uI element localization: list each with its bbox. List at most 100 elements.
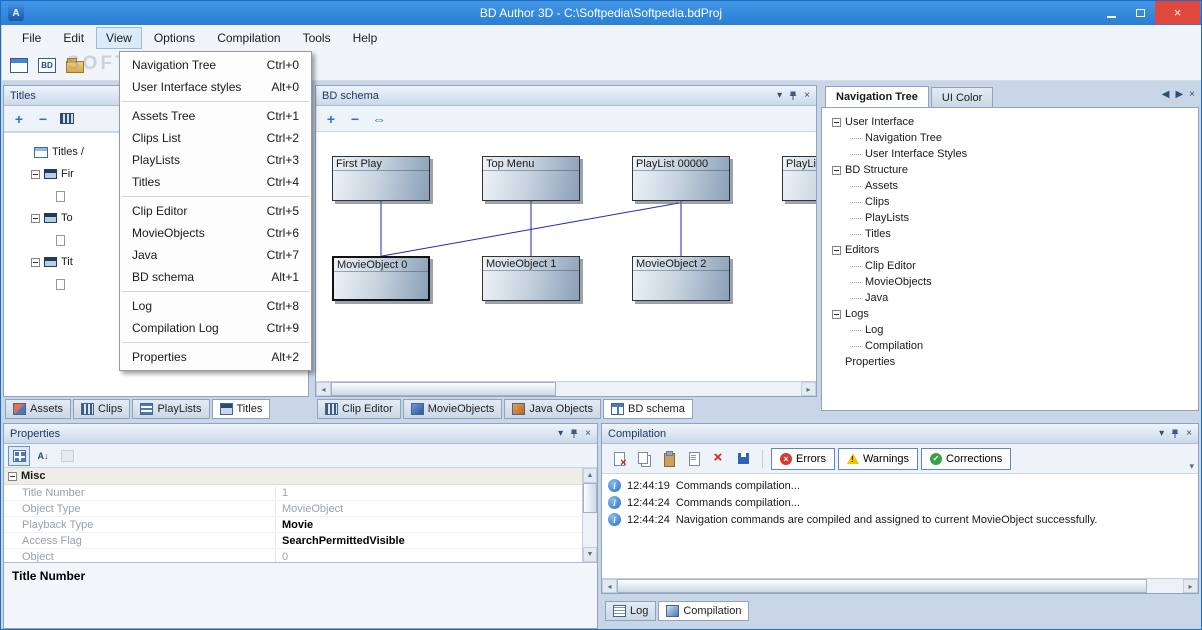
nav-node-logs[interactable]: Logs [822,306,1198,322]
collapse-expander-icon[interactable] [8,471,17,481]
scroll-up-icon[interactable]: ▲ [583,468,597,483]
corrections-toggle-button[interactable]: Corrections [921,447,1012,470]
tab-compilation[interactable]: Compilation [658,601,750,621]
property-row-access-flag[interactable]: Access Flag SearchPermittedVisible [4,533,597,549]
property-value[interactable]: MovieObject [276,503,343,515]
nav-node-editors[interactable]: Editors [822,242,1198,258]
menu-item-movieobjects[interactable]: MovieObjects Ctrl+6 [120,222,311,244]
panel-menu-icon[interactable]: ▾ [1159,428,1164,439]
report-button[interactable] [682,449,704,469]
tab-log[interactable]: Log [605,601,657,621]
menu-item-clips-list[interactable]: Clips List Ctrl+2 [120,127,311,149]
tab-titles[interactable]: Titles [211,399,271,419]
nav-node-navigation-tree[interactable]: Navigation Tree [822,130,1198,146]
panel-menu-icon[interactable]: ▾ [777,90,782,101]
property-value[interactable]: SearchPermittedVisible [276,535,405,547]
tab-assets[interactable]: Assets [5,399,72,419]
collapse-expander-icon[interactable] [31,257,40,267]
nav-node-assets[interactable]: Assets [822,178,1198,194]
nav-node-bd-structure[interactable]: BD Structure [822,162,1198,178]
collapse-expander-icon[interactable] [31,169,40,179]
fit-width-button[interactable]: ⇔ [368,109,390,129]
log-entry[interactable]: 12:44:24 Navigation commands are compile… [602,511,1198,528]
property-value[interactable]: Movie [276,519,313,531]
pin-icon[interactable] [789,91,797,101]
zoom-in-button[interactable]: + [320,109,342,129]
menu-help[interactable]: Help [343,27,388,49]
alphabetical-button[interactable] [32,446,54,466]
property-pages-button[interactable] [56,446,78,466]
scrollbar-thumb[interactable] [583,483,597,513]
close-panel-icon[interactable]: × [804,90,810,101]
nav-node-clip-editor[interactable]: Clip Editor [822,258,1198,274]
menu-item-clip-editor[interactable]: Clip Editor Ctrl+5 [120,200,311,222]
toolbar-overflow-icon[interactable]: ▾ [1189,462,1194,471]
menu-view[interactable]: View [96,27,142,49]
categorized-button[interactable] [8,445,30,466]
collapse-expander-icon[interactable] [832,117,841,127]
scroll-right-icon[interactable]: ▸ [1183,579,1198,593]
collapse-expander-icon[interactable] [31,213,40,223]
export-log-button[interactable] [607,449,629,469]
save-log-button[interactable] [732,449,754,469]
nav-node-movieobjects[interactable]: MovieObjects [822,274,1198,290]
schema-box-movieobject-0[interactable]: MovieObject 0 [332,256,430,301]
tab-ui-color[interactable]: UI Color [930,87,994,107]
nav-node-titles[interactable]: Titles [822,226,1198,242]
menu-item-assets-tree[interactable]: Assets Tree Ctrl+1 [120,105,311,127]
schema-box-movieobject-1[interactable]: MovieObject 1 [482,256,580,301]
tab-navigation-tree[interactable]: Navigation Tree [825,86,929,107]
paste-button[interactable] [657,449,679,469]
scroll-tabs-left-icon[interactable]: ◀ [1162,90,1170,100]
property-row-object-type[interactable]: Object Type MovieObject [4,501,597,517]
menu-compilation[interactable]: Compilation [207,27,290,49]
menu-item-log[interactable]: Log Ctrl+8 [120,295,311,317]
clear-log-button[interactable] [707,449,729,469]
schema-hscrollbar[interactable]: ◂ ▸ [316,381,816,396]
copy-button[interactable] [632,449,654,469]
remove-title-button[interactable]: − [32,109,54,129]
schema-box-movieobject-2[interactable]: MovieObject 2 [632,256,730,301]
errors-toggle-button[interactable]: Errors [771,447,835,470]
tab-java-objects[interactable]: Java Objects [504,399,601,419]
scroll-right-icon[interactable]: ▸ [801,382,816,396]
property-value[interactable]: 1 [276,487,288,499]
nav-node-compilation[interactable]: Compilation [822,338,1198,354]
schema-box-first-play[interactable]: First Play [332,156,430,201]
menu-item-navigation-tree[interactable]: Navigation Tree Ctrl+0 [120,54,311,76]
close-panel-icon[interactable]: × [1186,428,1192,439]
scrollbar-thumb[interactable] [331,382,556,396]
minimize-button[interactable] [1097,1,1126,24]
pin-icon[interactable] [1171,429,1179,439]
menu-item-compilation-log[interactable]: Compilation Log Ctrl+9 [120,317,311,339]
menu-item-ui-styles[interactable]: User Interface styles Alt+0 [120,76,311,98]
property-row-object[interactable]: Object 0 [4,549,597,562]
schema-box-playlist-00000[interactable]: PlayList 00000 [632,156,730,201]
nav-node-user-interface[interactable]: User Interface [822,114,1198,130]
schema-box-playlist-clipped[interactable]: PlayLi [782,156,816,201]
menu-item-properties[interactable]: Properties Alt+2 [120,346,311,368]
properties-vscrollbar[interactable]: ▲ ▼ [582,468,597,562]
close-panel-icon[interactable]: × [585,428,591,439]
property-row-playback-type[interactable]: Playback Type Movie [4,517,597,533]
menu-item-playlists[interactable]: PlayLists Ctrl+3 [120,149,311,171]
collapse-expander-icon[interactable] [832,245,841,255]
log-entry[interactable]: 12:44:19 Commands compilation... [602,477,1198,494]
category-row-misc[interactable]: Misc [4,468,597,485]
add-title-button[interactable]: + [8,109,30,129]
menu-item-bd-schema[interactable]: BD schema Alt+1 [120,266,311,288]
zoom-out-button[interactable]: − [344,109,366,129]
title-clip-button[interactable] [56,109,78,129]
tab-playlists[interactable]: PlayLists [132,399,210,419]
property-value[interactable]: 0 [276,551,288,563]
new-project-button[interactable] [8,55,30,77]
property-row-title-number[interactable]: Title Number 1 [4,485,597,501]
tab-bd-schema[interactable]: BD schema [602,399,693,419]
panel-menu-icon[interactable]: ▾ [558,428,563,439]
nav-node-playlists[interactable]: PlayLists [822,210,1198,226]
close-button[interactable]: × [1155,1,1200,24]
scroll-down-icon[interactable]: ▼ [583,547,597,562]
properties-header[interactable]: Properties ▾ × [4,424,597,444]
bd-schema-header[interactable]: BD schema ▾ × [316,86,816,106]
scrollbar-thumb[interactable] [617,579,1147,593]
